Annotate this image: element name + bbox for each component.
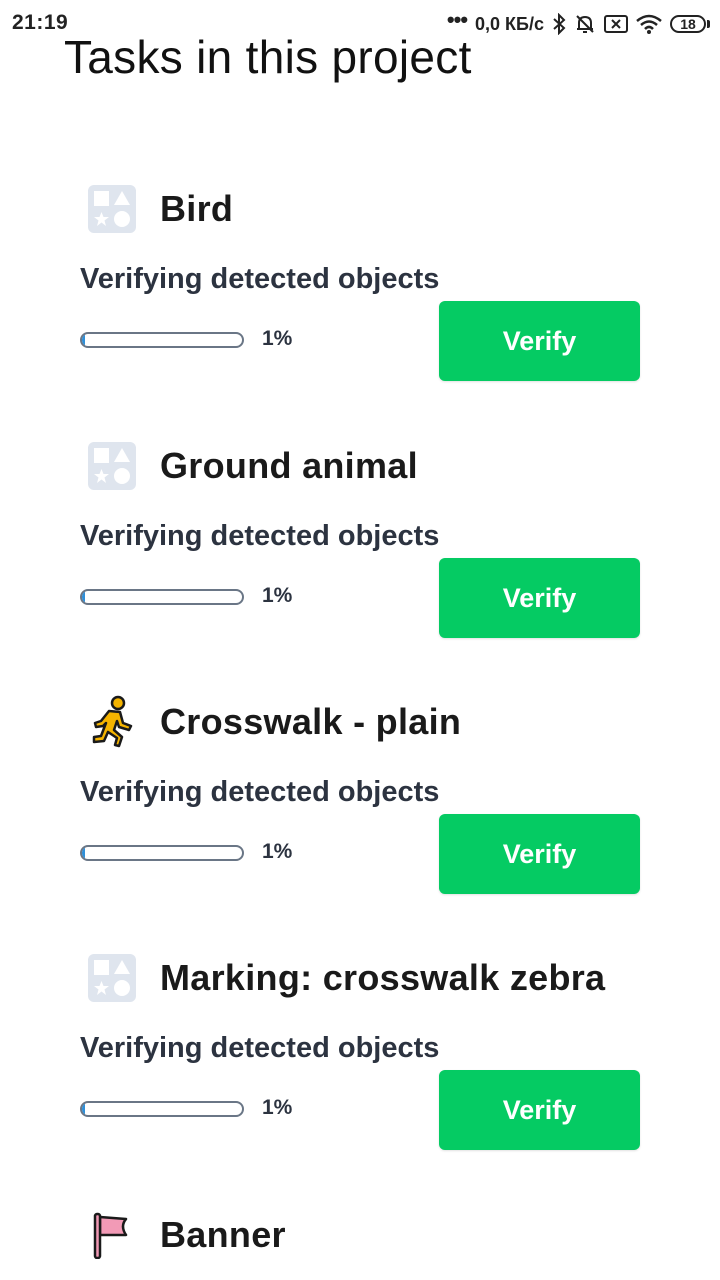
progress-bar xyxy=(80,1101,244,1117)
progress-label: 1% xyxy=(262,584,293,607)
status-time: 21:19 xyxy=(12,11,69,34)
task-status: Verifying detected objects xyxy=(80,776,440,808)
task-name: Crosswalk - plain xyxy=(160,701,462,742)
task-name: Banner xyxy=(160,1214,286,1255)
task-header: Marking: crosswalk zebra xyxy=(80,950,605,1006)
task-header: Ground animal xyxy=(80,438,418,494)
verify-button[interactable]: Verify xyxy=(439,301,640,381)
progress-label: 1% xyxy=(262,327,293,350)
network-speed: 0,0 КБ/с xyxy=(475,13,544,34)
verify-button[interactable]: Verify xyxy=(439,1070,640,1150)
task-card: Crosswalk - plain Verifying detected obj… xyxy=(80,694,640,924)
progress-bar xyxy=(80,589,244,605)
wifi-icon xyxy=(636,14,662,34)
task-status: Verifying detected objects xyxy=(80,1032,440,1064)
task-header: Bird xyxy=(80,181,233,237)
task-name: Bird xyxy=(160,188,234,229)
placeholder-shapes-icon xyxy=(84,950,140,1006)
task-header: Banner xyxy=(80,1207,286,1263)
placeholder-shapes-icon xyxy=(84,181,140,237)
task-name: Ground animal xyxy=(160,445,418,486)
status-dots: ••• xyxy=(446,7,468,32)
task-card: Bird Verifying detected objects 1% Verif… xyxy=(80,181,640,411)
battery-icon: 18 xyxy=(670,15,710,33)
progress-fill xyxy=(82,334,86,346)
task-card: Banner xyxy=(80,1207,640,1267)
bell-off-icon xyxy=(574,13,596,35)
task-card: Marking: crosswalk zebra Verifying detec… xyxy=(80,950,640,1180)
progress-label: 1% xyxy=(262,1096,293,1119)
progress-label: 1% xyxy=(262,840,293,863)
task-card: Ground animal Verifying detected objects… xyxy=(80,438,640,668)
sim-x-icon xyxy=(604,15,628,33)
verify-button[interactable]: Verify xyxy=(439,814,640,894)
status-icons: ••• 0,0 КБ/с 18 xyxy=(446,7,710,38)
flag-icon xyxy=(84,1207,140,1263)
progress-fill xyxy=(82,847,86,859)
verify-button[interactable]: Verify xyxy=(439,558,640,638)
pedestrian-icon xyxy=(84,694,140,750)
battery-tip xyxy=(707,20,710,28)
bluetooth-icon xyxy=(552,13,566,35)
screen: 21:19 ••• 0,0 КБ/с 18 Tasks in this proj… xyxy=(0,0,720,1280)
status-bar: 21:19 ••• 0,0 КБ/с 18 xyxy=(0,0,720,48)
task-name: Marking: crosswalk zebra xyxy=(160,957,606,998)
progress-bar xyxy=(80,845,244,861)
task-header: Crosswalk - plain xyxy=(80,694,461,750)
task-status: Verifying detected objects xyxy=(80,520,440,552)
progress-fill xyxy=(82,1103,86,1115)
task-status: Verifying detected objects xyxy=(80,263,440,295)
placeholder-shapes-icon xyxy=(84,438,140,494)
battery-level: 18 xyxy=(670,15,706,33)
progress-fill xyxy=(82,591,86,603)
progress-bar xyxy=(80,332,244,348)
